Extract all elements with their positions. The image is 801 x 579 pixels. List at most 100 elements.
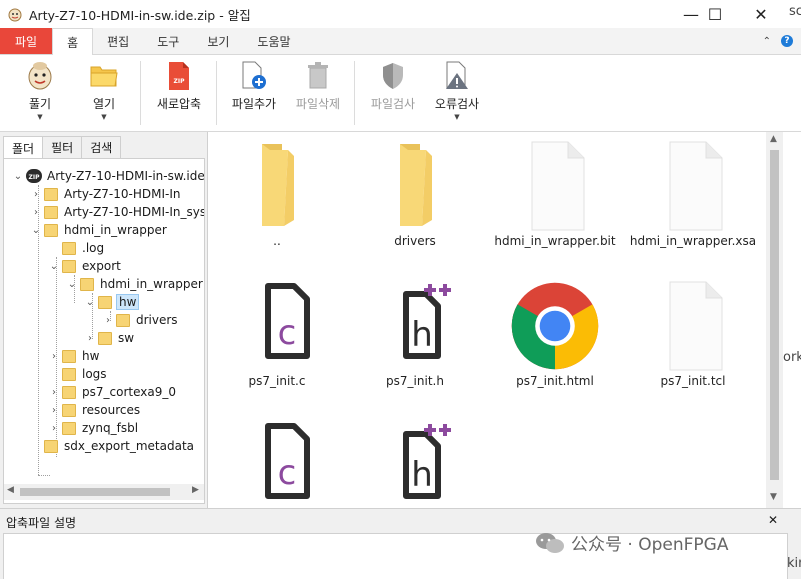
file-item[interactable]: ps7_init.html [490,280,620,388]
tree-node[interactable]: ⌄ hdmi_in_wrapper [66,275,204,293]
ribbon-tab-bar: 파일 홈 편집 도구 보기 도움말 ⌃ ? [0,28,801,56]
expanded-chevron-icon[interactable]: ⌄ [84,297,96,308]
tab-help[interactable]: 도움말 [243,28,304,54]
folder-icon [44,205,58,219]
scrollbar-thumb[interactable] [770,150,779,480]
expanded-chevron-icon[interactable]: ⌄ [48,261,60,272]
chevron-down-icon: ▼ [101,113,107,121]
tree-node[interactable]: › Arty-Z7-10-HDMI-In [30,185,182,203]
window-title: Arty-Z7-10-HDMI-in-sw.ide.zip - 알집 [29,7,251,23]
scroll-up-icon[interactable]: ▲ [770,134,777,144]
folder-icon [370,140,460,232]
add-file-button[interactable]: 파일추가 [219,59,289,127]
background-text-fragment: ork [783,350,801,365]
collapsed-chevron-icon[interactable]: › [48,351,60,362]
folder-icon [62,241,76,255]
tree-node[interactable]: › drivers [102,311,180,329]
folder-icon [116,313,130,327]
tab-filter[interactable]: 필터 [42,136,83,158]
file-item[interactable]: h [350,420,480,514]
file-item[interactable]: .. [212,140,342,248]
watermark: 公众号 · OpenFPGA [535,530,728,555]
new-zip-button[interactable]: ZIP 새로압축 [144,59,214,127]
close-icon[interactable]: ✕ [768,513,778,527]
tree-node[interactable]: › sw [84,329,136,347]
folder-icon [62,349,76,363]
tree-node[interactable]: › hw [48,347,101,365]
unzip-button[interactable]: 풀기 ▼ [5,59,75,127]
title-bar: Arty-Z7-10-HDMI-in-sw.ide.zip - 알집 — ☐ ✕ [0,0,801,28]
ribbon-toolbar: 풀기 ▼ 열기 ▼ ZIP 새로압축 파일추가 파일삭제 파일검사 오류검사 ▼ [0,55,801,132]
folder-icon [62,385,76,399]
error-check-button[interactable]: 오류검사 ▼ [422,59,492,127]
background-text-fragment: kin [787,556,801,571]
folder-panel: 폴더 필터 검색 ⌄ ZIP Arty-Z7-10-HDMI-in-sw.ide… [0,132,208,508]
ribbon-separator [354,61,355,125]
svg-text:ZIP: ZIP [174,78,186,85]
tree-node[interactable]: › ps7_cortexa9_0 [48,383,178,401]
h-header-icon: h [370,280,460,372]
folder-icon [62,259,76,273]
archive-comment-title: 압축파일 설명 [6,516,77,530]
tree-node[interactable]: .log [48,239,106,257]
tree-node-selected[interactable]: ⌄ hw [84,293,140,311]
tree-horizontal-scrollbar[interactable]: ◀ ▶ [4,484,204,500]
trash-icon [301,59,335,93]
collapsed-chevron-icon[interactable]: › [48,423,60,434]
tab-file[interactable]: 파일 [0,28,53,54]
maximize-button[interactable]: ☐ [692,0,738,28]
collapsed-chevron-icon[interactable]: › [48,405,60,416]
folder-icon [62,421,76,435]
file-item[interactable]: drivers [350,140,480,248]
check-file-button[interactable]: 파일검사 [358,59,428,127]
tab-edit[interactable]: 편집 [93,28,143,54]
tab-search[interactable]: 검색 [81,136,122,158]
file-item[interactable]: hdmi_in_wrapper.xsa [628,140,758,248]
tree-node[interactable]: ⌄ hdmi_in_wrapper [30,221,169,239]
tree-node-root[interactable]: ⌄ ZIP Arty-Z7-10-HDMI-in-sw.ide. [12,167,204,185]
file-item[interactable]: c ps7_init.c [212,280,342,388]
expanded-chevron-icon[interactable]: ⌄ [66,279,78,290]
file-item[interactable]: c [212,420,342,514]
add-file-icon [237,59,271,93]
open-button[interactable]: 열기 ▼ [69,59,139,127]
tree-connector [38,475,50,476]
expanded-chevron-icon[interactable]: ⌄ [12,171,24,182]
scroll-right-icon[interactable]: ▶ [192,485,199,495]
collapsed-chevron-icon[interactable]: › [48,387,60,398]
tab-tools[interactable]: 도구 [143,28,193,54]
expanded-chevron-icon[interactable]: ⌄ [30,225,42,236]
tree-node[interactable]: ⌄ export [48,257,123,275]
tab-folder[interactable]: 폴더 [3,136,44,159]
file-item[interactable]: hdmi_in_wrapper.bit [490,140,620,248]
tree-node[interactable]: › zynq_fsbl [48,419,140,437]
scroll-left-icon[interactable]: ◀ [7,485,14,495]
blank-file-icon [648,140,738,232]
tree-node[interactable]: sdx_export_metadata [30,437,196,455]
collapsed-chevron-icon[interactable]: › [30,207,42,218]
tree-node[interactable]: logs [48,365,109,383]
svg-text:h: h [411,315,433,355]
folder-icon [62,367,76,381]
collapse-ribbon-icon[interactable]: ⌃ [763,36,771,47]
svg-text:ZIP: ZIP [29,174,41,181]
tab-view[interactable]: 보기 [193,28,243,54]
close-button[interactable]: ✕ [738,0,784,28]
collapsed-chevron-icon[interactable]: › [102,315,114,326]
scrollbar-thumb[interactable] [20,488,170,496]
delete-file-button[interactable]: 파일삭제 [283,59,353,127]
collapsed-chevron-icon[interactable]: › [30,189,42,200]
collapsed-chevron-icon[interactable]: › [84,333,96,344]
file-item[interactable]: h ps7_init.h [350,280,480,388]
h-header-icon: h [370,420,460,512]
file-item[interactable]: ps7_init.tcl [628,280,758,388]
help-icon[interactable]: ? [781,35,793,47]
tab-home[interactable]: 홈 [52,28,94,56]
open-folder-icon [87,59,121,93]
folder-icon [44,439,58,453]
tree-node[interactable]: › resources [48,401,142,419]
left-panel-tabs: 폴더 필터 검색 [3,136,122,159]
scroll-down-icon[interactable]: ▼ [770,492,777,502]
tree-node[interactable]: › Arty-Z7-10-HDMI-In_sys [30,203,204,221]
file-list-vertical-scrollbar[interactable]: ▲ ▼ [766,132,783,508]
